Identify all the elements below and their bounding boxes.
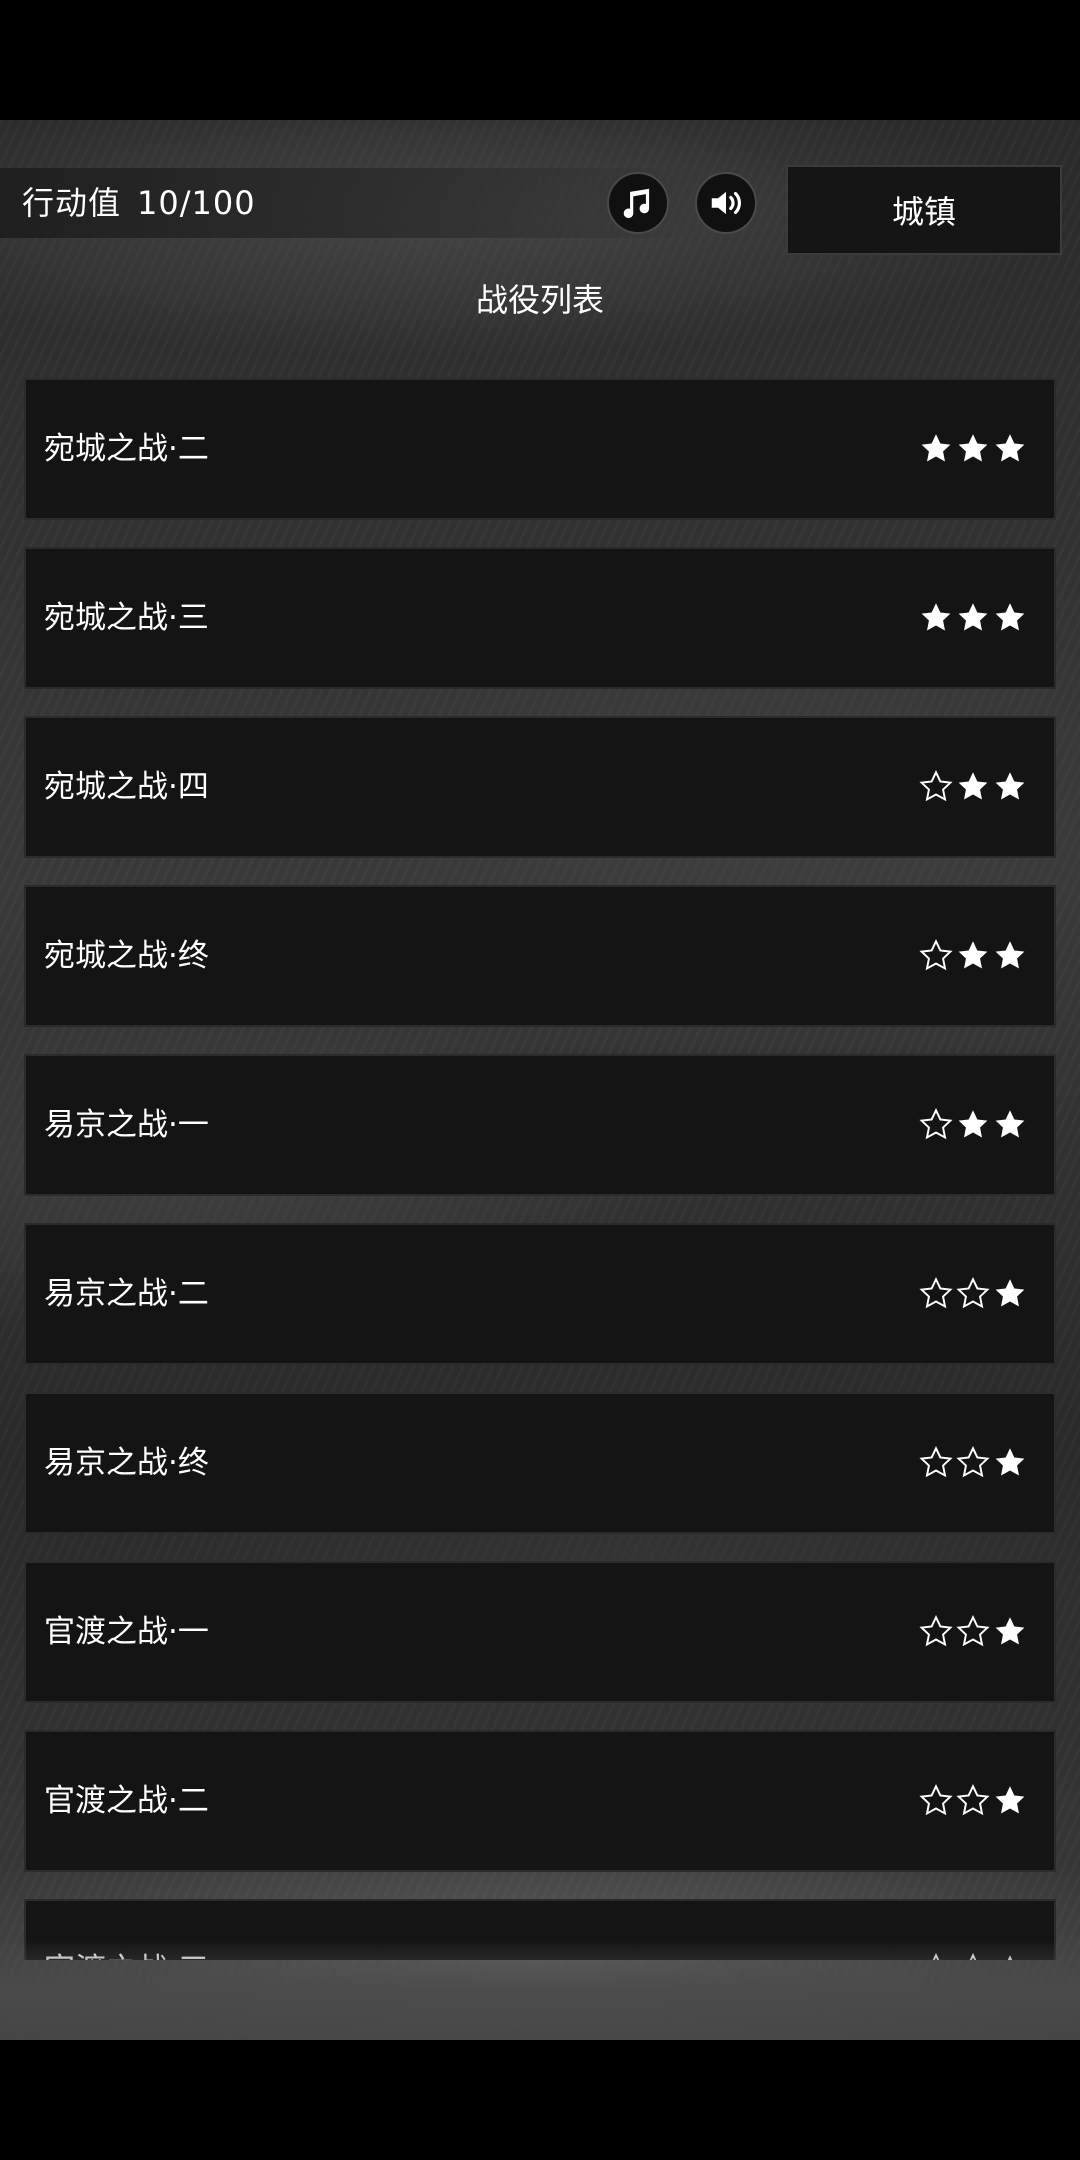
battle-row[interactable]: 易京之战·一 [24, 1054, 1056, 1196]
star-filled-icon [995, 941, 1025, 969]
action-points-label: 行动值 [22, 184, 122, 222]
battle-row[interactable]: 官渡之战·一 [24, 1561, 1056, 1703]
action-points-value: 10/100 [137, 184, 256, 222]
battle-row[interactable]: 宛城之战·终 [24, 885, 1056, 1027]
top-bar: 行动值 10/100 城镇 [0, 148, 1080, 258]
star-empty-icon [919, 939, 953, 971]
bottom-fog-overlay [0, 1940, 1080, 2040]
star-filled-icon [995, 1448, 1025, 1476]
battle-row[interactable]: 宛城之战·四 [24, 716, 1056, 858]
star-empty-icon [956, 1615, 990, 1647]
battle-name: 易京之战·一 [44, 1107, 209, 1143]
star-filled-icon [995, 1617, 1025, 1645]
star-empty-icon [919, 1446, 953, 1478]
town-button[interactable]: 城镇 [786, 165, 1062, 255]
battle-row[interactable]: 易京之战·终 [24, 1392, 1056, 1534]
star-empty-icon [919, 1615, 953, 1647]
star-empty-icon [919, 1784, 953, 1816]
music-note-icon [623, 188, 650, 219]
battle-row[interactable]: 官渡之战·二 [24, 1730, 1056, 1872]
star-rating [917, 1394, 1028, 1532]
battle-name: 易京之战·终 [44, 1445, 209, 1481]
star-empty-icon [956, 1446, 990, 1478]
star-empty-icon [956, 1784, 990, 1816]
star-rating [917, 1732, 1028, 1870]
star-filled-icon [995, 603, 1025, 631]
sound-toggle-button[interactable] [695, 172, 757, 234]
speaker-icon [711, 191, 741, 215]
star-rating [917, 1056, 1028, 1194]
star-filled-icon [958, 434, 988, 462]
page-title: 战役列表 [475, 281, 604, 319]
star-filled-icon [958, 941, 988, 969]
star-empty-icon [956, 1277, 990, 1309]
star-filled-icon [995, 1110, 1025, 1138]
star-filled-icon [921, 603, 951, 631]
battle-name: 官渡之战·一 [44, 1614, 209, 1650]
music-toggle-button[interactable] [607, 172, 669, 234]
star-empty-icon [919, 1277, 953, 1309]
star-rating [917, 1225, 1028, 1363]
star-rating [917, 718, 1028, 856]
star-filled-icon [958, 1110, 988, 1138]
star-rating [917, 1563, 1028, 1701]
battle-name: 官渡之战·二 [44, 1783, 209, 1819]
star-filled-icon [995, 1786, 1025, 1814]
battle-name: 宛城之战·四 [44, 769, 209, 805]
star-filled-icon [995, 434, 1025, 462]
battle-list[interactable]: 宛城之战·二 宛城之战·三 宛城之战·四 宛城之战·终 易京之战·一 易京之战·二 易京之战… [24, 378, 1056, 1960]
star-filled-icon [995, 772, 1025, 800]
app-screen: 行动值 10/100 城镇 战役列表 宛城之战·二 宛城之战·三 宛城之战·四 宛城之战… [0, 120, 1080, 2040]
battle-name: 宛城之战·三 [44, 600, 209, 636]
star-filled-icon [995, 1279, 1025, 1307]
star-empty-icon [919, 1108, 953, 1140]
star-filled-icon [958, 772, 988, 800]
battle-name: 宛城之战·二 [44, 431, 209, 467]
battle-name: 易京之战·二 [44, 1276, 209, 1312]
battle-row[interactable]: 宛城之战·二 [24, 378, 1056, 520]
battle-row[interactable]: 宛城之战·三 [24, 547, 1056, 689]
star-rating [917, 887, 1028, 1025]
star-rating [917, 549, 1028, 687]
star-empty-icon [919, 770, 953, 802]
star-filled-icon [921, 434, 951, 462]
battle-row[interactable]: 易京之战·二 [24, 1223, 1056, 1365]
action-points: 行动值 10/100 [22, 168, 272, 238]
battle-name: 宛城之战·终 [44, 938, 209, 974]
star-filled-icon [958, 603, 988, 631]
star-rating [917, 380, 1028, 518]
